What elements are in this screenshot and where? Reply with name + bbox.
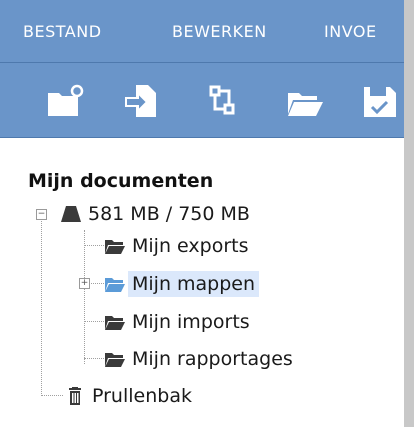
disk-icon bbox=[60, 205, 82, 223]
tree-item-label: Mijn imports bbox=[132, 311, 250, 333]
tree-item-label: Mijn rapportages bbox=[132, 348, 293, 370]
tree-guide-line bbox=[84, 358, 104, 359]
tree-item-label: Mijn exports bbox=[132, 235, 249, 257]
menu-bestand[interactable]: BESTAND bbox=[23, 22, 102, 41]
new-folder-icon[interactable] bbox=[44, 81, 84, 121]
open-folder-icon[interactable] bbox=[285, 81, 325, 121]
tree-item-label: Prullenbak bbox=[92, 385, 192, 407]
save-icon[interactable] bbox=[360, 81, 400, 121]
import-icon[interactable] bbox=[122, 81, 162, 121]
storage-node[interactable]: 581 MB / 750 MB bbox=[60, 199, 254, 229]
move-icon[interactable] bbox=[203, 81, 243, 121]
window-edge bbox=[404, 0, 414, 427]
folder-open-icon bbox=[104, 275, 126, 293]
trash-icon bbox=[64, 387, 86, 405]
tree-item-label: Mijn mappen bbox=[128, 271, 260, 297]
tree-guide-line bbox=[41, 395, 63, 396]
tree-item-mijn-imports[interactable]: Mijn imports bbox=[104, 307, 254, 337]
tree-item-prullenbak[interactable]: Prullenbak bbox=[64, 381, 196, 411]
tree-guide-line bbox=[84, 321, 104, 322]
document-tree: Mijn documenten − 581 MB / 750 MB Mijn e… bbox=[0, 138, 404, 427]
menu-bar: BESTAND BEWERKEN INVOE bbox=[0, 0, 404, 63]
menu-bewerken[interactable]: BEWERKEN bbox=[172, 22, 267, 41]
tree-item-mijn-mappen[interactable]: Mijn mappen bbox=[104, 269, 260, 299]
tree-item-mijn-exports[interactable]: Mijn exports bbox=[104, 231, 252, 261]
collapse-toggle[interactable]: − bbox=[36, 209, 47, 220]
folder-icon bbox=[104, 350, 126, 368]
tree-item-mijn-rapportages[interactable]: Mijn rapportages bbox=[104, 344, 297, 374]
menu-invoegen[interactable]: INVOE bbox=[324, 22, 377, 41]
tree-guide-line bbox=[84, 230, 85, 364]
tree-guide-line bbox=[84, 245, 104, 246]
toolbar bbox=[0, 63, 404, 138]
expand-toggle[interactable]: + bbox=[79, 278, 90, 289]
app-window: BESTAND BEWERKEN INVOE Mijn documenten −… bbox=[0, 0, 404, 427]
folder-icon bbox=[104, 237, 126, 255]
storage-usage-label: 581 MB / 750 MB bbox=[88, 203, 250, 225]
tree-root-title: Mijn documenten bbox=[28, 170, 214, 192]
tree-guide-line bbox=[41, 210, 42, 396]
folder-icon bbox=[104, 313, 126, 331]
